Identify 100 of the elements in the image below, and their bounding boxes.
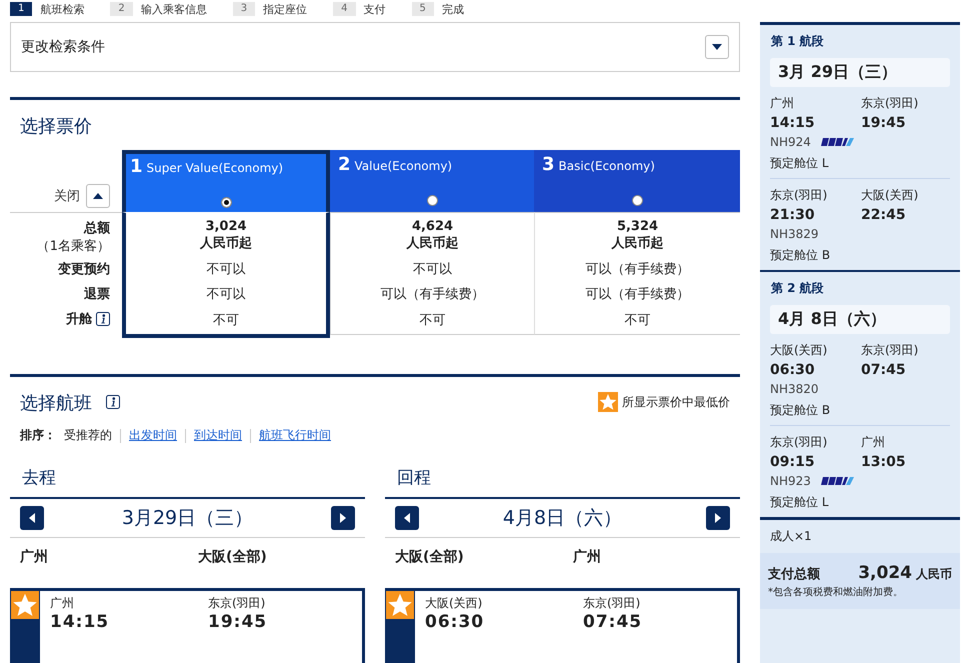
fare-price: 4,624 (412, 219, 454, 234)
table-cell-text: 不可 (213, 312, 239, 329)
fare-header[interactable]: 3 Basic(Economy) (534, 150, 740, 212)
sort-link[interactable]: 航班飞行时间 (259, 427, 331, 444)
segment-title: 第 2 航段 (770, 280, 825, 297)
arrival-time: 19:45 (208, 612, 268, 632)
star-icon (10, 591, 40, 619)
segment-date: 4月 8日（六） (770, 305, 950, 334)
price-unit: 人民币起 (200, 234, 252, 252)
fare-number: 1 (130, 156, 143, 177)
step-number: 5 (412, 2, 434, 16)
previous-day-button[interactable] (395, 506, 419, 530)
fare-header[interactable]: 2 Value(Economy) (330, 150, 534, 212)
origin-city: 大阪(全部) (395, 548, 465, 566)
next-day-button[interactable] (706, 506, 730, 530)
sort-link[interactable]: 到达时间 (194, 427, 242, 444)
caret-left-icon (29, 513, 35, 523)
airport-label: 东京(羽田) (208, 595, 266, 612)
airport-label: 东京(羽田) (770, 434, 828, 451)
table-cell-text: 不可以 (206, 286, 246, 302)
flight-number: NH3820 (770, 382, 819, 396)
arrival-time: 22:45 (861, 207, 907, 223)
airport-label: 大阪(关西) (861, 187, 920, 204)
airport-label: 大阪(关西) (770, 342, 828, 359)
table-cell-text: 可以（有手续费） (586, 260, 690, 278)
star-icon (385, 591, 415, 619)
sort-label: 排序： (20, 427, 56, 444)
step-label: 航班检索 (40, 2, 84, 16)
airport-label: 东京(羽田) (770, 187, 828, 204)
previous-day-button[interactable] (20, 506, 44, 530)
airline-logo-icon (818, 475, 855, 487)
panel-title: 更改检索条件 (21, 38, 105, 56)
cabin-class: 预定舱位 B (770, 247, 832, 264)
table-cell-text: 不可以 (206, 260, 246, 278)
airport-label: 广州 (861, 434, 886, 451)
caret-icon (712, 44, 722, 50)
caret-right-icon (340, 513, 346, 523)
section-title: 选择票价 (19, 115, 93, 139)
date-label: 4月8日（六） (502, 506, 622, 531)
row-label: 退票 (84, 286, 110, 302)
departure-time: 06:30 (425, 612, 486, 632)
flight-number: NH923 (770, 474, 811, 488)
step-number: 1 (10, 2, 32, 16)
price-unit: 人民币起 (612, 234, 664, 252)
expand-button[interactable] (705, 35, 729, 59)
airport-label: 广州 (50, 595, 75, 612)
price-unit: 人民币起 (406, 234, 458, 252)
info-icon (96, 312, 110, 326)
row-label: 升舱 (66, 310, 92, 328)
airport-label: 大阪(关西) (425, 595, 484, 612)
destination-city: 大阪(全部) (198, 548, 268, 566)
airport-label: 东京(羽田) (861, 95, 920, 112)
direction-title: 去程 (10, 466, 365, 499)
step-label: 完成 (442, 2, 464, 16)
segment-title: 第 1 航段 (770, 33, 825, 50)
sort-option: 受推荐的 (64, 427, 112, 444)
step-label: 输入乘客信息 (140, 2, 207, 16)
arrival-time: 19:45 (861, 115, 907, 131)
flight-card[interactable]: 大阪(关西) 06:30 东京(羽田) 07:45 (385, 588, 740, 663)
origin-city: 广州 (20, 548, 49, 566)
total-label: 支付总额 (768, 566, 820, 583)
radio-button[interactable] (632, 195, 642, 206)
radio-button[interactable] (426, 195, 438, 206)
step-label: 指定座位 (263, 2, 308, 16)
table-cell-text: 可以（有手续费） (380, 286, 484, 302)
caret-left-icon (404, 513, 410, 523)
table-cell-text: 不可 (624, 312, 650, 329)
table-cell-text: 不可 (420, 312, 446, 329)
fare-name: Super Value(Economy) (146, 161, 284, 175)
departure-time: 14:15 (770, 115, 816, 131)
destination-city: 广州 (573, 548, 602, 566)
fare-price: 3,024 (205, 219, 247, 234)
row-label: 变更预约 (58, 260, 110, 278)
departure-time: 09:15 (770, 454, 816, 470)
fare-number: 2 (338, 154, 351, 175)
legend-text: 所显示票价中最低价 (622, 394, 730, 410)
fare-name: Value(Economy) (354, 159, 452, 173)
airport-label: 广州 (770, 95, 795, 112)
sort-link[interactable]: 出发时间 (129, 427, 177, 444)
radio-button[interactable] (220, 197, 232, 208)
step-number: 3 (232, 2, 256, 16)
next-day-button[interactable] (330, 506, 355, 530)
airport-label: 东京(羽田) (583, 595, 642, 612)
arrival-time: 07:45 (861, 362, 907, 378)
total-amount: 3,024 (858, 563, 912, 583)
step-number: 2 (110, 2, 133, 16)
cabin-class: 预定舱位 L (770, 494, 830, 511)
row-sublabel: （1名乘客） (36, 238, 110, 255)
passenger-count: 成人×1 (770, 529, 812, 543)
table-cell-text: 不可以 (413, 260, 452, 278)
step-number: 4 (333, 2, 356, 16)
departure-time: 21:30 (770, 207, 816, 223)
flight-card[interactable]: 广州 14:15 东京(羽田) 19:45 (10, 588, 365, 663)
info-icon (106, 395, 120, 409)
fare-name: Basic(Economy) (558, 159, 655, 173)
departure-time: 06:30 (770, 362, 816, 378)
star-icon (598, 392, 618, 412)
fare-header[interactable]: 1 Super Value(Economy) (122, 150, 330, 212)
collapse-button[interactable] (86, 184, 110, 208)
fare-number: 3 (542, 154, 555, 175)
